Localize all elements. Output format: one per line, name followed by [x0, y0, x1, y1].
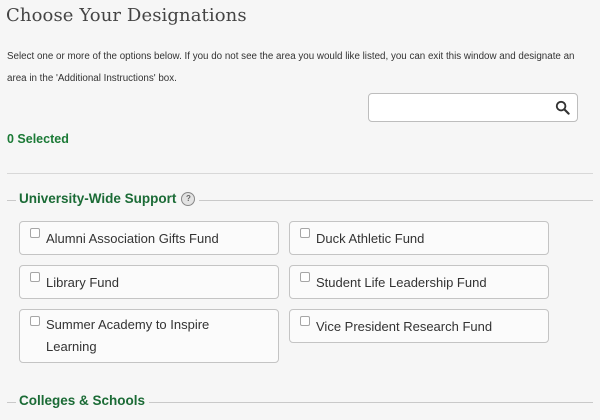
- instructions-text: Select one or more of the options below.…: [7, 51, 575, 84]
- selected-count: 0 Selected: [7, 132, 69, 146]
- option-label: Duck Athletic Fund: [316, 231, 425, 246]
- option-label: Student Life Leadership Fund: [316, 275, 487, 290]
- search-icon[interactable]: [555, 100, 570, 115]
- search-input[interactable]: [369, 94, 547, 121]
- option-label: Alumni Association Gifts Fund: [46, 231, 219, 246]
- option-library-fund[interactable]: Library Fund: [19, 265, 279, 299]
- checkbox[interactable]: [300, 228, 310, 238]
- section-title: University-Wide Support: [19, 191, 177, 206]
- option-summer-academy-to-inspire-learning[interactable]: Summer Academy to Inspire Learning: [19, 309, 279, 363]
- search-box[interactable]: [368, 93, 578, 122]
- checkbox[interactable]: [300, 272, 310, 282]
- option-label: Library Fund: [46, 275, 119, 290]
- option-alumni-association-gifts-fund[interactable]: Alumni Association Gifts Fund: [19, 221, 279, 255]
- option-label: Summer Academy to Inspire Learning: [46, 317, 210, 354]
- section-heading-colleges-schools: Colleges & Schools: [16, 393, 150, 408]
- help-icon[interactable]: ?: [181, 191, 196, 206]
- section-title: Colleges & Schools: [19, 393, 146, 408]
- page-title: Choose Your Designations: [6, 5, 247, 26]
- option-student-life-leadership-fund[interactable]: Student Life Leadership Fund: [289, 265, 549, 299]
- option-vice-president-research-fund[interactable]: Vice President Research Fund: [289, 309, 549, 343]
- checkbox[interactable]: [30, 228, 40, 238]
- option-label: Vice President Research Fund: [316, 319, 493, 334]
- option-duck-athletic-fund[interactable]: Duck Athletic Fund: [289, 221, 549, 255]
- checkbox[interactable]: [30, 272, 40, 282]
- divider: [7, 173, 593, 174]
- checkbox[interactable]: [300, 316, 310, 326]
- section-heading-university-wide: University-Wide Support ?: [16, 191, 200, 206]
- checkbox[interactable]: [30, 316, 40, 326]
